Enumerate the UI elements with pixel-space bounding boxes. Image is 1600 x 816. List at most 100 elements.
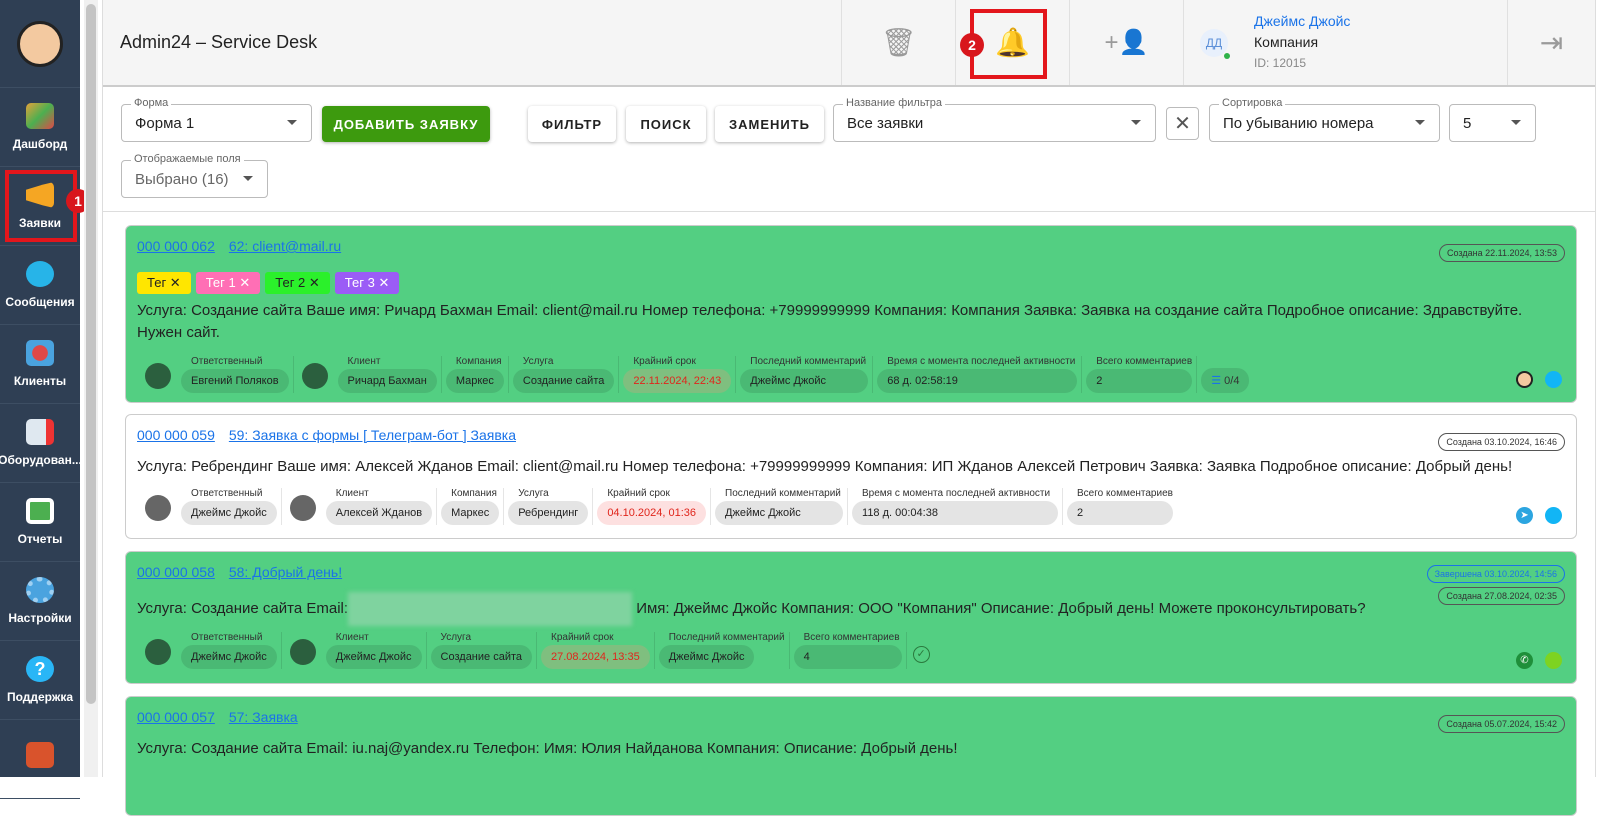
service-value[interactable]: Создание сайта: [430, 645, 532, 669]
inactivity-value: 118 д. 00:04:38: [852, 501, 1059, 525]
trash-button[interactable]: 🗑: [841, 0, 955, 85]
avatar-logo[interactable]: [0, 0, 80, 88]
checklist-badge[interactable]: ☰ 0/4: [1201, 368, 1250, 393]
person-icon: [289, 495, 316, 521]
service-value[interactable]: Ребрендинг: [508, 501, 589, 525]
deadline-value[interactable]: 22.11.2024, 22:43: [623, 369, 732, 393]
ticket-card[interactable]: 000 000 057 57: Заявка Создана 05.07.2024…: [125, 696, 1577, 816]
service-value[interactable]: Создание сайта: [512, 369, 615, 393]
ticket-title-link[interactable]: 59: Заявка с формы [ Телеграм-бот ] Заяв…: [229, 427, 516, 443]
filter-button[interactable]: ФИЛЬТР: [528, 106, 616, 142]
online-status-dot: [1224, 52, 1230, 59]
created-date: Создана 05.07.2024, 15:42: [1438, 715, 1565, 733]
ticket-description: Услуга: Создание сайта Email: iu.naj@yan…: [137, 740, 958, 757]
sidebar-item-reports[interactable]: Отчеты: [0, 483, 80, 562]
sidebar-item-clients[interactable]: Клиенты: [0, 325, 80, 404]
equipment-icon: [26, 419, 54, 445]
user-company: Компания: [1254, 34, 1319, 50]
client-value[interactable]: Ричард Бахман: [337, 369, 437, 393]
sort-select[interactable]: Сортировка По убыванию номера: [1209, 97, 1440, 142]
help-icon: ?: [26, 656, 54, 682]
deadline-value[interactable]: 04.10.2024, 01:36: [597, 501, 707, 525]
chat-icon: [26, 261, 54, 287]
user-profile[interactable]: ДД Джеймс Джойс Компания ID: 12015: [1183, 0, 1507, 85]
avatar: ДД: [1200, 28, 1230, 59]
ticket-number-link[interactable]: 000 000 058: [137, 564, 215, 580]
add-ticket-button[interactable]: ДОБАВИТЬ ЗАЯВКУ: [322, 106, 490, 142]
last-comment-value: Джеймс Джойс: [740, 369, 869, 393]
sidebar-item-support[interactable]: ? Поддержка: [0, 641, 80, 720]
finished-date: Завершена 03.10.2024, 14:56: [1426, 565, 1565, 583]
dashboard-icon: [26, 103, 54, 129]
divider: [103, 211, 1595, 212]
last-comment-value: Джеймс Джойс: [658, 645, 755, 669]
completed-check-icon: ✓: [912, 646, 930, 663]
comments-count: 2: [1086, 369, 1193, 393]
sidebar-item-settings[interactable]: Настройки: [0, 562, 80, 641]
ticket-title-link[interactable]: 57: Заявка: [229, 709, 298, 725]
filter-name-select[interactable]: Название фильтра Все заявки: [833, 97, 1156, 142]
ticket-card[interactable]: 000 000 062 62: client@mail.ru Создана 22…: [125, 225, 1577, 403]
add-user-icon: +👤: [1104, 29, 1149, 56]
tag[interactable]: Тег ✕: [137, 272, 191, 294]
checklist-icon: ☰: [1211, 375, 1225, 387]
ticket-number-link[interactable]: 000 000 059: [137, 427, 215, 443]
whatsapp-icon: ✆: [1516, 652, 1533, 669]
avatar-cartoon-icon: [1516, 371, 1533, 388]
person-icon: [301, 363, 328, 389]
sidebar-item-dashboard[interactable]: Дашборд: [0, 88, 80, 167]
logout-icon: ⇥: [1539, 27, 1564, 58]
gear-icon: [26, 577, 54, 603]
responsible-value[interactable]: Джеймс Джойс: [181, 645, 277, 669]
client-value[interactable]: Джеймс Джойс: [325, 645, 422, 669]
clients-icon: [26, 340, 54, 366]
ticket-title-link[interactable]: 58: Добрый день!: [229, 564, 342, 580]
sidebar-scrollbar[interactable]: [84, 0, 98, 777]
book-icon: [26, 742, 54, 768]
close-icon: ✕: [1174, 113, 1191, 135]
avatar-cartoon-icon: [17, 20, 63, 67]
clear-filter-button[interactable]: ✕: [1166, 107, 1199, 140]
ticket-number-link[interactable]: 000 000 062: [137, 238, 215, 254]
responsible-value[interactable]: Евгений Поляков: [181, 369, 289, 393]
tag[interactable]: Тег 1 ✕: [195, 272, 261, 294]
add-user-button[interactable]: +👤: [1069, 0, 1183, 85]
ticket-card[interactable]: 000 000 058 58: Добрый день! Завершена 03…: [125, 551, 1577, 684]
search-button[interactable]: ПОИСК: [626, 106, 706, 142]
ticket-card[interactable]: 000 000 059 59: Заявка с формы [ Телеграм…: [125, 414, 1577, 539]
company-value[interactable]: Маркес: [445, 369, 504, 393]
blurred-email: [348, 592, 633, 626]
user-name[interactable]: Джеймс Джойс: [1254, 11, 1350, 32]
ticket-description: Услуга: Ребрендинг Ваше имя: Алексей Жда…: [137, 458, 1513, 475]
company-value[interactable]: Маркес: [441, 501, 500, 525]
status-dot: [1545, 652, 1562, 669]
created-date: Создана 27.08.2024, 02:35: [1438, 587, 1565, 605]
ticket-title-link[interactable]: 62: client@mail.ru: [229, 238, 341, 254]
sidebar-item-more[interactable]: [0, 720, 80, 799]
form-select[interactable]: Форма Форма 1: [121, 97, 312, 142]
client-value[interactable]: Алексей Жданов: [325, 501, 433, 525]
sidebar-item-messages[interactable]: Сообщения: [0, 246, 80, 325]
page-size-select[interactable]: 5: [1449, 104, 1536, 142]
comments-count: 2: [1067, 501, 1174, 525]
ticket-description: Услуга: Создание сайта Email: Имя: Джейм…: [137, 592, 1565, 626]
tag[interactable]: Тег 2 ✕: [265, 272, 330, 294]
tag[interactable]: Тег 3 ✕: [334, 272, 400, 294]
sidebar-item-equipment[interactable]: Оборудован...: [0, 404, 82, 483]
main: Admin24 – Service Desk 🗑 🔔 +👤 ДД Джеймс …: [102, 0, 1596, 816]
inactivity-value: 68 д. 02:58:19: [877, 369, 1078, 393]
person-icon: [145, 639, 171, 665]
user-id: ID: 12015: [1254, 56, 1307, 70]
person-icon: [289, 639, 316, 665]
replace-button[interactable]: ЗАМЕНИТЬ: [715, 106, 824, 142]
responsible-value[interactable]: Джеймс Джойс: [181, 501, 277, 525]
header: Admin24 – Service Desk 🗑 🔔 +👤 ДД Джеймс …: [103, 0, 1595, 87]
deadline-value[interactable]: 27.08.2024, 13:35: [541, 645, 650, 669]
person-icon: [145, 495, 171, 521]
telegram-icon: ➤: [1516, 507, 1533, 524]
page-title: Admin24 – Service Desk: [120, 32, 318, 52]
status-dot: [1545, 371, 1562, 388]
logout-button[interactable]: ⇥: [1507, 0, 1595, 85]
visible-fields-select[interactable]: Отображаемые поля Выбрано (16): [121, 153, 268, 198]
ticket-number-link[interactable]: 000 000 057: [137, 709, 215, 725]
